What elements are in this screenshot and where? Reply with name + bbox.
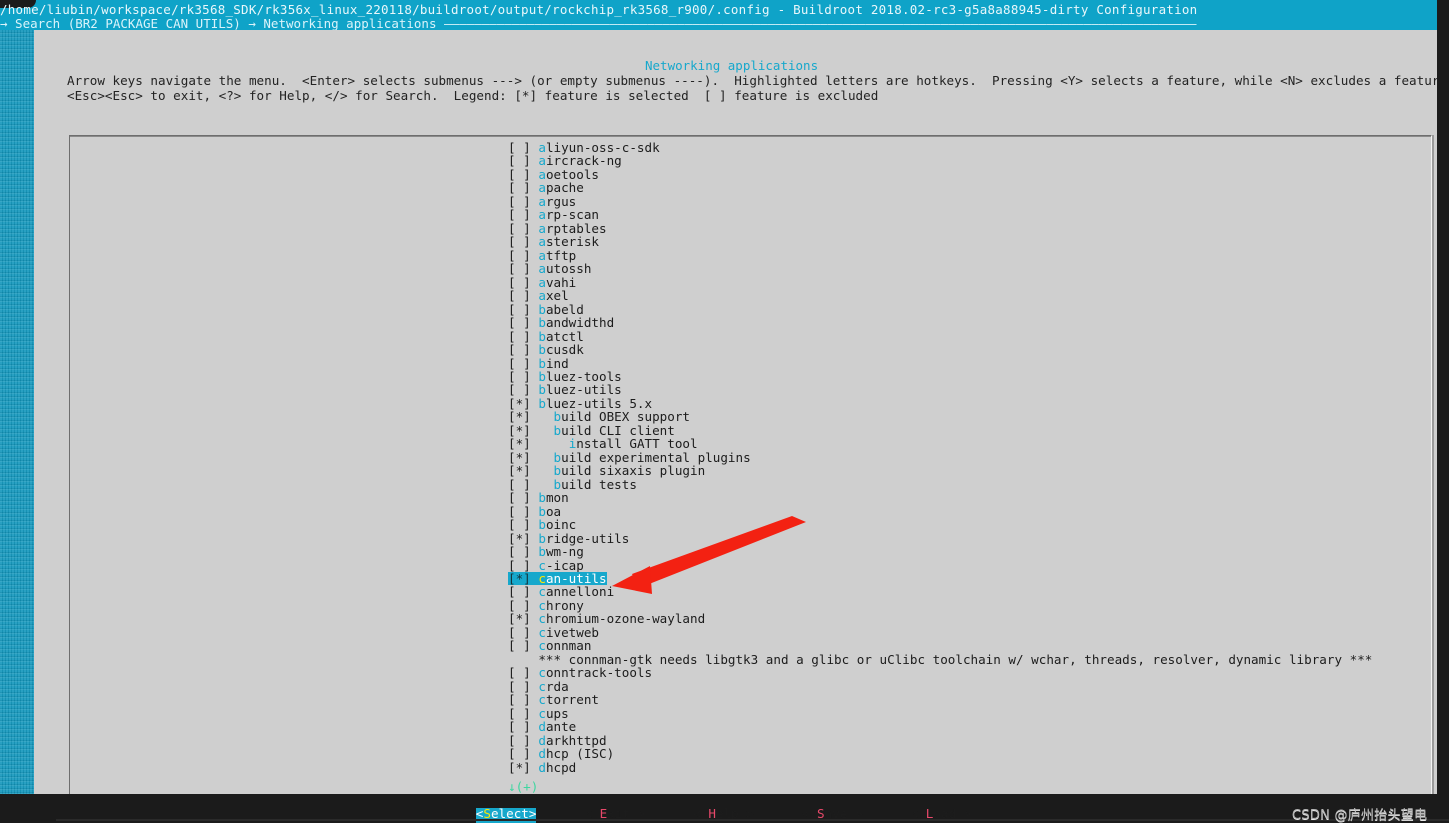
menu-item[interactable]: [*] bridge-utils xyxy=(508,531,1438,545)
desktop-edge-bottom xyxy=(0,794,1449,808)
menu-item[interactable]: [ ] darkhttpd xyxy=(508,733,1438,747)
menu-item[interactable]: [ ] bwm-ng xyxy=(508,545,1438,558)
menu-item[interactable]: [ ] aoetools xyxy=(508,168,1438,181)
menu-item[interactable]: [*] chromium-ozone-wayland xyxy=(508,612,1438,625)
menu-item[interactable]: [ ] bluez-tools xyxy=(508,370,1438,383)
menu-item[interactable]: [ ] civetweb xyxy=(508,626,1438,639)
menu-item[interactable]: [ ] connman xyxy=(508,639,1438,652)
checkbox-checked[interactable]: [*] xyxy=(508,760,531,775)
menu-item[interactable]: [ ] chrony xyxy=(508,599,1438,612)
menu-item-hotkey: d xyxy=(538,759,546,775)
menu-item[interactable]: [*] build CLI client xyxy=(508,424,1438,437)
menu-item[interactable]: [ ] conntrack-tools xyxy=(508,666,1438,679)
menu-item[interactable]: [ ] aircrack-ng xyxy=(508,154,1438,167)
menu-item[interactable]: [ ] arptables xyxy=(508,222,1438,235)
menu-item[interactable]: [ ] bluez-utils xyxy=(508,383,1438,396)
terminal-window: /home/liubin/workspace/rk3568_SDK/rk356x… xyxy=(0,0,1449,823)
terminal-texture-band xyxy=(0,30,34,798)
menu-item[interactable]: [ ] avahi xyxy=(508,275,1438,289)
menu-item[interactable]: [ ] build tests xyxy=(508,476,1438,492)
menu-item[interactable]: [ ] axel xyxy=(508,289,1438,302)
menu-item-content: [*] dhcpd xyxy=(508,760,576,775)
menu-item[interactable]: [ ] argus xyxy=(508,195,1438,208)
menu-item[interactable]: [ ] cannelloni xyxy=(508,585,1438,598)
menu-item[interactable]: [*] install GATT tool xyxy=(508,437,1438,450)
menu-item[interactable]: [*] bluez-utils 5.x xyxy=(508,397,1438,410)
menu-item-label: *** connman-gtk needs libgtk3 and a glib… xyxy=(538,651,1373,667)
menu-item[interactable]: [ ] autossh xyxy=(508,262,1438,275)
menu-item[interactable]: [ ] dante xyxy=(508,720,1438,733)
menu-item[interactable]: [ ] ctorrent xyxy=(508,693,1438,706)
scroll-down-indicator: ↓(+) xyxy=(508,779,539,794)
menu-item[interactable]: [ ] bmon xyxy=(508,491,1438,504)
menu-list[interactable]: [ ] aliyun-oss-c-sdk[ ] aircrack-ng[ ] a… xyxy=(508,141,1438,774)
menu-item[interactable]: [ ] babeld xyxy=(508,302,1438,316)
window-title: /home/liubin/workspace/rk3568_SDK/rk356x… xyxy=(0,2,1198,17)
help-line-2: <Esc><Esc> to exit, <?> for Help, </> fo… xyxy=(67,88,879,103)
menu-item[interactable]: [ ] bandwidthd xyxy=(508,316,1438,329)
menu-item[interactable]: [*] build OBEX support xyxy=(508,410,1438,423)
menu-item[interactable]: [ ] crda xyxy=(508,680,1438,693)
menu-note: *** connman-gtk needs libgtk3 and a glib… xyxy=(508,653,1438,666)
menu-item[interactable]: [*] build sixaxis plugin xyxy=(508,464,1438,477)
menu-item[interactable]: [ ] c-icap xyxy=(508,558,1438,572)
menu-item[interactable]: [ ] bcusdk xyxy=(508,343,1438,356)
menu-item-content: [*] can-utils xyxy=(508,572,607,586)
menu-item-label: hcpd xyxy=(545,759,577,775)
help-line-1: Arrow keys navigate the menu. <Enter> se… xyxy=(67,73,1449,88)
menu-item[interactable]: [ ] boa xyxy=(508,504,1438,518)
menu-item[interactable]: [ ] aliyun-oss-c-sdk xyxy=(508,141,1438,154)
menu-item[interactable]: [ ] asterisk xyxy=(508,235,1438,248)
dialog-bottom-rule xyxy=(56,819,1449,821)
menu-item[interactable]: [ ] arp-scan xyxy=(508,208,1438,221)
menu-item[interactable]: [*] build experimental plugins xyxy=(508,451,1438,464)
menu-item[interactable]: [ ] dhcp (ISC) xyxy=(508,747,1438,760)
menu-frame-shadow xyxy=(70,136,1431,137)
menu-item[interactable]: [ ] apache xyxy=(508,181,1438,194)
help-text: Arrow keys navigate the menu. <Enter> se… xyxy=(67,73,1449,103)
menu-item[interactable]: [ ] cups xyxy=(508,706,1438,720)
menu-item[interactable]: [ ] atftp xyxy=(508,249,1438,262)
desktop-edge-right xyxy=(1437,0,1449,808)
dialog-title: Networking applications xyxy=(645,58,819,73)
menu-item[interactable]: [ ] bind xyxy=(508,356,1438,370)
watermark: CSDN @庐州抬头望电 xyxy=(1292,808,1428,823)
menu-item[interactable]: [*] dhcpd xyxy=(508,760,1438,775)
menu-item[interactable]: [ ] batctl xyxy=(508,329,1438,343)
menu-item[interactable]: [*] can-utils xyxy=(508,572,607,586)
menu-item[interactable]: [ ] boinc xyxy=(508,518,1438,531)
menuconfig-dialog: Networking applications Arrow keys navig… xyxy=(34,30,1449,823)
menu-item-label: uild tests xyxy=(561,476,637,492)
